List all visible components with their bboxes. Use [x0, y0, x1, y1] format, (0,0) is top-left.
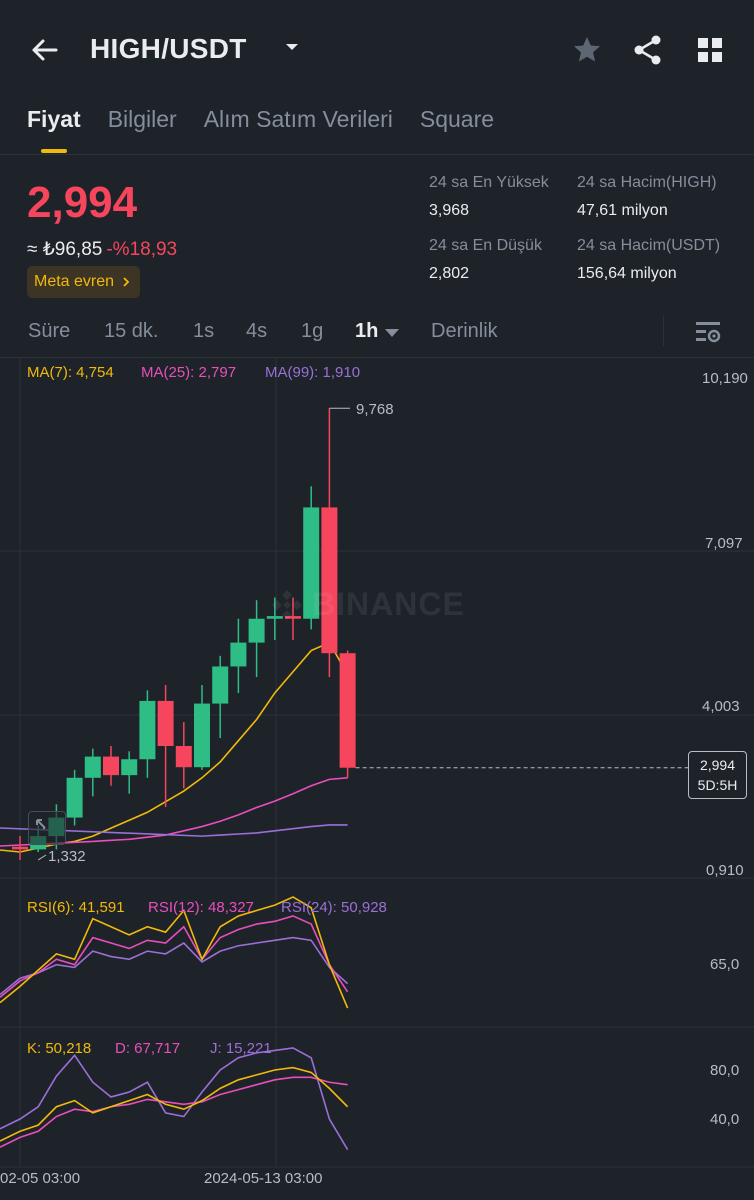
rsi24-line: [0, 936, 349, 996]
caret-down-icon[interactable]: [283, 38, 301, 56]
candle-body: [157, 700, 174, 746]
axis-label: 4,003: [702, 698, 740, 715]
ma7-legend: MA(7): 4,754: [27, 364, 114, 381]
rsi6-legend: RSI(6): 41,591: [27, 899, 125, 916]
interval-15m[interactable]: 15 dk.: [104, 320, 158, 343]
interval-1s[interactable]: 1s: [193, 320, 214, 343]
star-icon[interactable]: [571, 34, 603, 66]
candle-body: [321, 507, 338, 654]
tab-alim-satim-verileri[interactable]: Alım Satım Verileri: [204, 106, 393, 154]
candle-body: [230, 642, 247, 667]
time-label: 2024-05-13 03:00: [204, 1170, 323, 1187]
vol-base-label: 24 sa Hacim(HIGH): [577, 174, 717, 191]
low-marker-line: [37, 854, 47, 861]
price-change: -%18,93: [106, 239, 178, 260]
vol-quote-label: 24 sa Hacim(USDT): [577, 237, 721, 254]
tab-square[interactable]: Square: [420, 106, 494, 154]
axis-label: 10,190: [702, 370, 748, 387]
k-line: [0, 1066, 349, 1142]
candlestick-chart[interactable]: [0, 358, 754, 1200]
vol-base-value: 47,61 milyon: [577, 202, 668, 219]
chart-settings-icon[interactable]: [694, 320, 722, 346]
high-value: 3,968: [429, 202, 470, 219]
grid-icon[interactable]: [694, 34, 726, 66]
ma25-line: [92, 777, 348, 843]
d-legend: D: 67,717: [115, 1040, 181, 1057]
last-price-marker: 2,994 5D:5H: [688, 751, 747, 799]
tab-fiyat[interactable]: Fiyat: [27, 106, 81, 154]
fiat-price: ≈ ₺96,85 -%18,93: [27, 238, 177, 261]
category-tag[interactable]: Meta evren: [27, 266, 141, 298]
k-legend: K: 50,218: [27, 1040, 92, 1057]
tab-bilgiler[interactable]: Bilgiler: [108, 106, 177, 154]
zoom-button[interactable]: [28, 811, 66, 845]
rsi12-legend: RSI(12): 48,327: [148, 899, 254, 916]
category-tag-label: Meta evren: [34, 273, 115, 290]
vol-quote-value: 156,64 milyon: [577, 265, 677, 282]
d-line: [0, 1076, 348, 1148]
candle-body: [84, 756, 101, 778]
j-line: [0, 1047, 349, 1151]
candle-body: [121, 759, 138, 776]
ma99-legend: MA(99): 1,910: [265, 364, 361, 381]
interval-1h[interactable]: 1h: [355, 320, 378, 343]
price-markers: [37, 407, 688, 861]
ma25-legend: MA(25): 2,797: [141, 364, 237, 381]
rsi24-legend: RSI(24): 50,928: [281, 899, 387, 916]
time-label: 02-05 03:00: [0, 1170, 81, 1187]
watermark-text: BINANCE: [312, 586, 465, 622]
high-marker-label: 9,768: [356, 401, 394, 418]
axis-label: 0,910: [706, 862, 744, 879]
kdj-axis-label: 40,0: [710, 1111, 740, 1128]
rsi-axis-label: 65,0: [710, 956, 740, 973]
interval-4s[interactable]: 4s: [246, 320, 267, 343]
binance-logo-icon: [272, 589, 302, 620]
candle-body: [66, 777, 83, 818]
binance-watermark: BINANCE: [270, 586, 465, 623]
ma99-line: [201, 824, 348, 837]
divider: [0, 154, 754, 155]
candle-body: [212, 666, 229, 704]
top-bar: HIGH/USDT: [0, 0, 754, 100]
interval-derinlik[interactable]: Derinlik: [431, 320, 498, 343]
tab-bar: Fiyat Bilgiler Alım Satım Verileri Squar…: [27, 106, 521, 154]
low-value: 2,802: [429, 265, 470, 282]
collapse-arrows-icon: [36, 819, 46, 829]
candle-body: [339, 653, 356, 768]
last-price-marker-value: 2,994: [699, 757, 736, 773]
back-arrow-icon[interactable]: [28, 34, 60, 66]
caret-down-icon[interactable]: [384, 327, 400, 339]
fiat-value: ≈ ₺96,85: [27, 239, 103, 260]
candle-body: [103, 756, 119, 776]
share-icon[interactable]: [632, 34, 664, 66]
low-marker-label: 1,332: [48, 848, 86, 865]
divider: [663, 316, 664, 346]
axis-label: 7,097: [705, 535, 743, 552]
candles: [12, 408, 356, 860]
last-price: 2,994: [27, 178, 138, 227]
rsi12-line: [0, 915, 349, 998]
interval-sure[interactable]: Süre: [28, 320, 70, 343]
candle-body: [194, 703, 210, 768]
candle-body: [175, 745, 192, 768]
high-label: 24 sa En Yüksek: [429, 174, 549, 191]
interval-1g[interactable]: 1g: [301, 320, 323, 343]
candle-body: [248, 618, 265, 643]
kdj-axis-label: 80,0: [710, 1062, 740, 1079]
candle-body: [12, 846, 28, 850]
pair-title[interactable]: HIGH/USDT: [90, 33, 247, 65]
j-legend: J: 15,221: [210, 1040, 272, 1057]
low-label: 24 sa En Düşük: [429, 237, 542, 254]
candle-body: [139, 700, 156, 760]
interval-bar: Süre 15 dk. 1s 4s 1g 1h Derinlik: [0, 316, 754, 358]
kdj-lines: [0, 1047, 349, 1151]
chevron-right-icon: [123, 277, 130, 287]
candle-countdown: 5D:5H: [697, 777, 738, 793]
